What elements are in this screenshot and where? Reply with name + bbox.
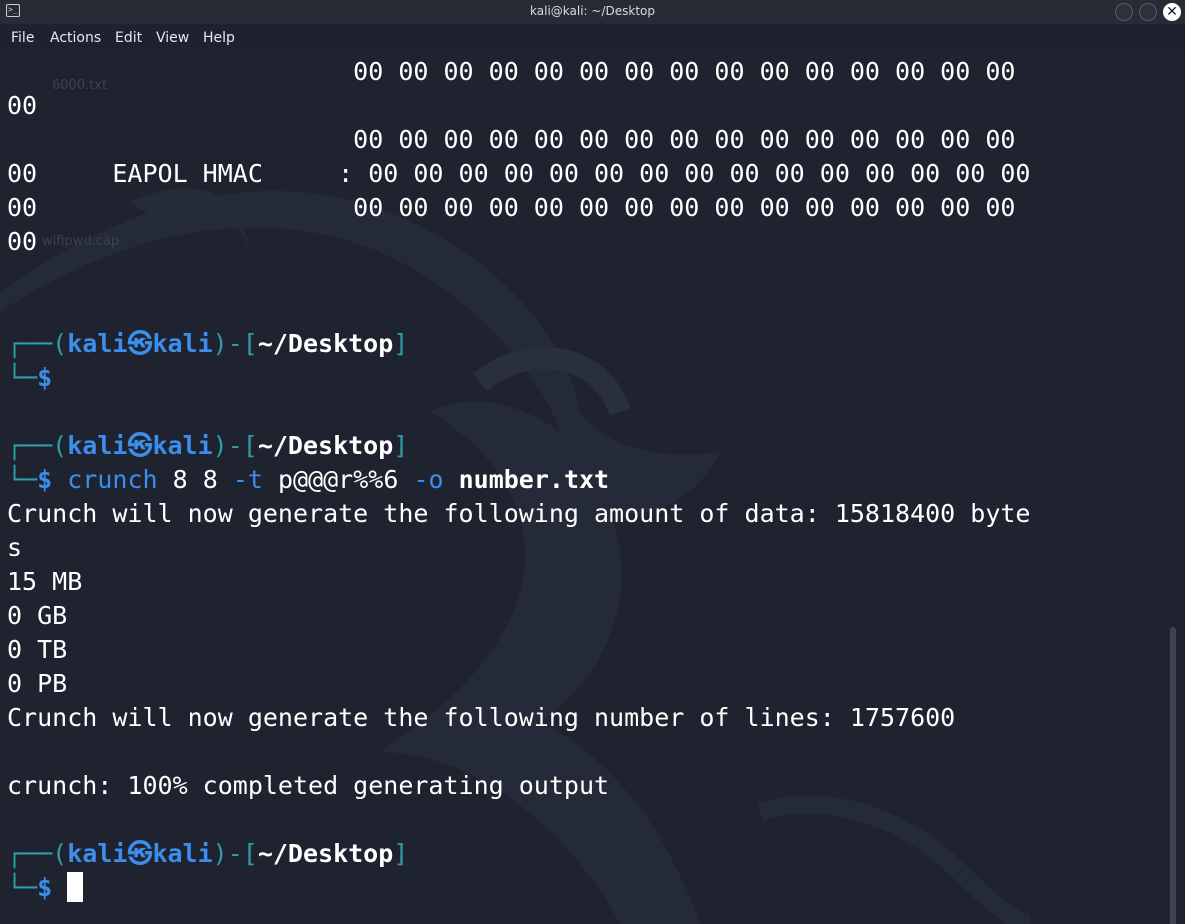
output-line: 0 PB [7, 669, 68, 698]
prompt-symbol: $ [37, 465, 53, 494]
scrollbar-thumb[interactable] [1170, 627, 1176, 924]
menu-actions[interactable]: Actions [50, 30, 101, 46]
menu-view[interactable]: View [156, 30, 189, 46]
prompt-skull-icon: ㉿ [127, 839, 153, 868]
output-line: 0 TB [7, 635, 68, 664]
terminal-output[interactable]: 6000.txt wifipwd.cap 00 00 00 00 00 00 0… [0, 52, 1185, 924]
terminal-window: >_ kali@kali: ~/Desktop ✕ File Actions E… [0, 0, 1185, 924]
prompt-host: kali [152, 329, 213, 358]
hex-row: 00 [7, 227, 38, 256]
maximize-button[interactable] [1139, 3, 1157, 21]
desktop-file-wifipwd: wifipwd.cap [42, 234, 120, 249]
prompt-path: ~/Desktop [257, 431, 394, 460]
hex-row: 00 00 00 00 00 00 00 00 00 00 00 00 00 0… [7, 125, 1016, 154]
title-bar: >_ kali@kali: ~/Desktop ✕ [0, 0, 1185, 24]
close-icon: ✕ [1166, 4, 1178, 20]
command-args: 8 8 [157, 465, 233, 494]
prompt-line: ┌──(kali㉿kali)-[~/Desktop] [7, 329, 409, 358]
hex-row-eapol-hmac: 00 EAPOL HMAC : 00 00 00 00 00 00 00 00 … [7, 159, 1031, 188]
prompt-host: kali [152, 839, 213, 868]
hex-row: 00 [7, 91, 38, 120]
output-line: s [7, 533, 23, 562]
command-name: crunch [67, 465, 158, 494]
menu-edit[interactable]: Edit [115, 30, 142, 46]
output-line: Crunch will now generate the following a… [7, 499, 1031, 528]
prompt-symbol: $ [37, 363, 53, 392]
menu-bar: File Actions Edit View Help [0, 24, 1185, 52]
command-option-o: -o [413, 465, 444, 494]
output-line: 15 MB [7, 567, 83, 596]
prompt-input-line: └─$ [7, 363, 53, 392]
window-title: kali@kali: ~/Desktop [530, 4, 655, 18]
menu-file[interactable]: File [11, 30, 34, 46]
output-line: Crunch will now generate the following n… [7, 703, 956, 732]
prompt-path: ~/Desktop [257, 839, 394, 868]
command-pattern: p@@@r%%6 [262, 465, 414, 494]
command-line: └─$ crunch 8 8 -t p@@@r%%6 -o number.txt [7, 465, 610, 494]
menu-help[interactable]: Help [203, 30, 235, 46]
command-option-t: -t [232, 465, 263, 494]
prompt-user: kali [67, 839, 128, 868]
prompt-symbol: $ [37, 873, 53, 902]
output-line: 0 GB [7, 601, 68, 630]
text-cursor [67, 872, 84, 902]
prompt-skull-icon: ㉿ [127, 431, 153, 460]
prompt-user: kali [67, 431, 128, 460]
prompt-line: ┌──(kali㉿kali)-[~/Desktop] [7, 431, 409, 460]
active-prompt-line[interactable]: └─$ [7, 871, 84, 905]
close-button[interactable]: ✕ [1163, 3, 1181, 21]
prompt-host: kali [152, 431, 213, 460]
output-line: crunch: 100% completed generating output [7, 771, 610, 800]
prompt-path: ~/Desktop [257, 329, 394, 358]
hex-row: 00 00 00 00 00 00 00 00 00 00 00 00 00 0… [7, 193, 1016, 222]
prompt-skull-icon: ㉿ [127, 329, 153, 358]
command-output-file: number.txt [443, 465, 610, 494]
prompt-user: kali [67, 329, 128, 358]
hex-row: 00 00 00 00 00 00 00 00 00 00 00 00 00 0… [7, 57, 1016, 86]
prompt-line: ┌──(kali㉿kali)-[~/Desktop] [7, 839, 409, 868]
minimize-button[interactable] [1115, 3, 1133, 21]
